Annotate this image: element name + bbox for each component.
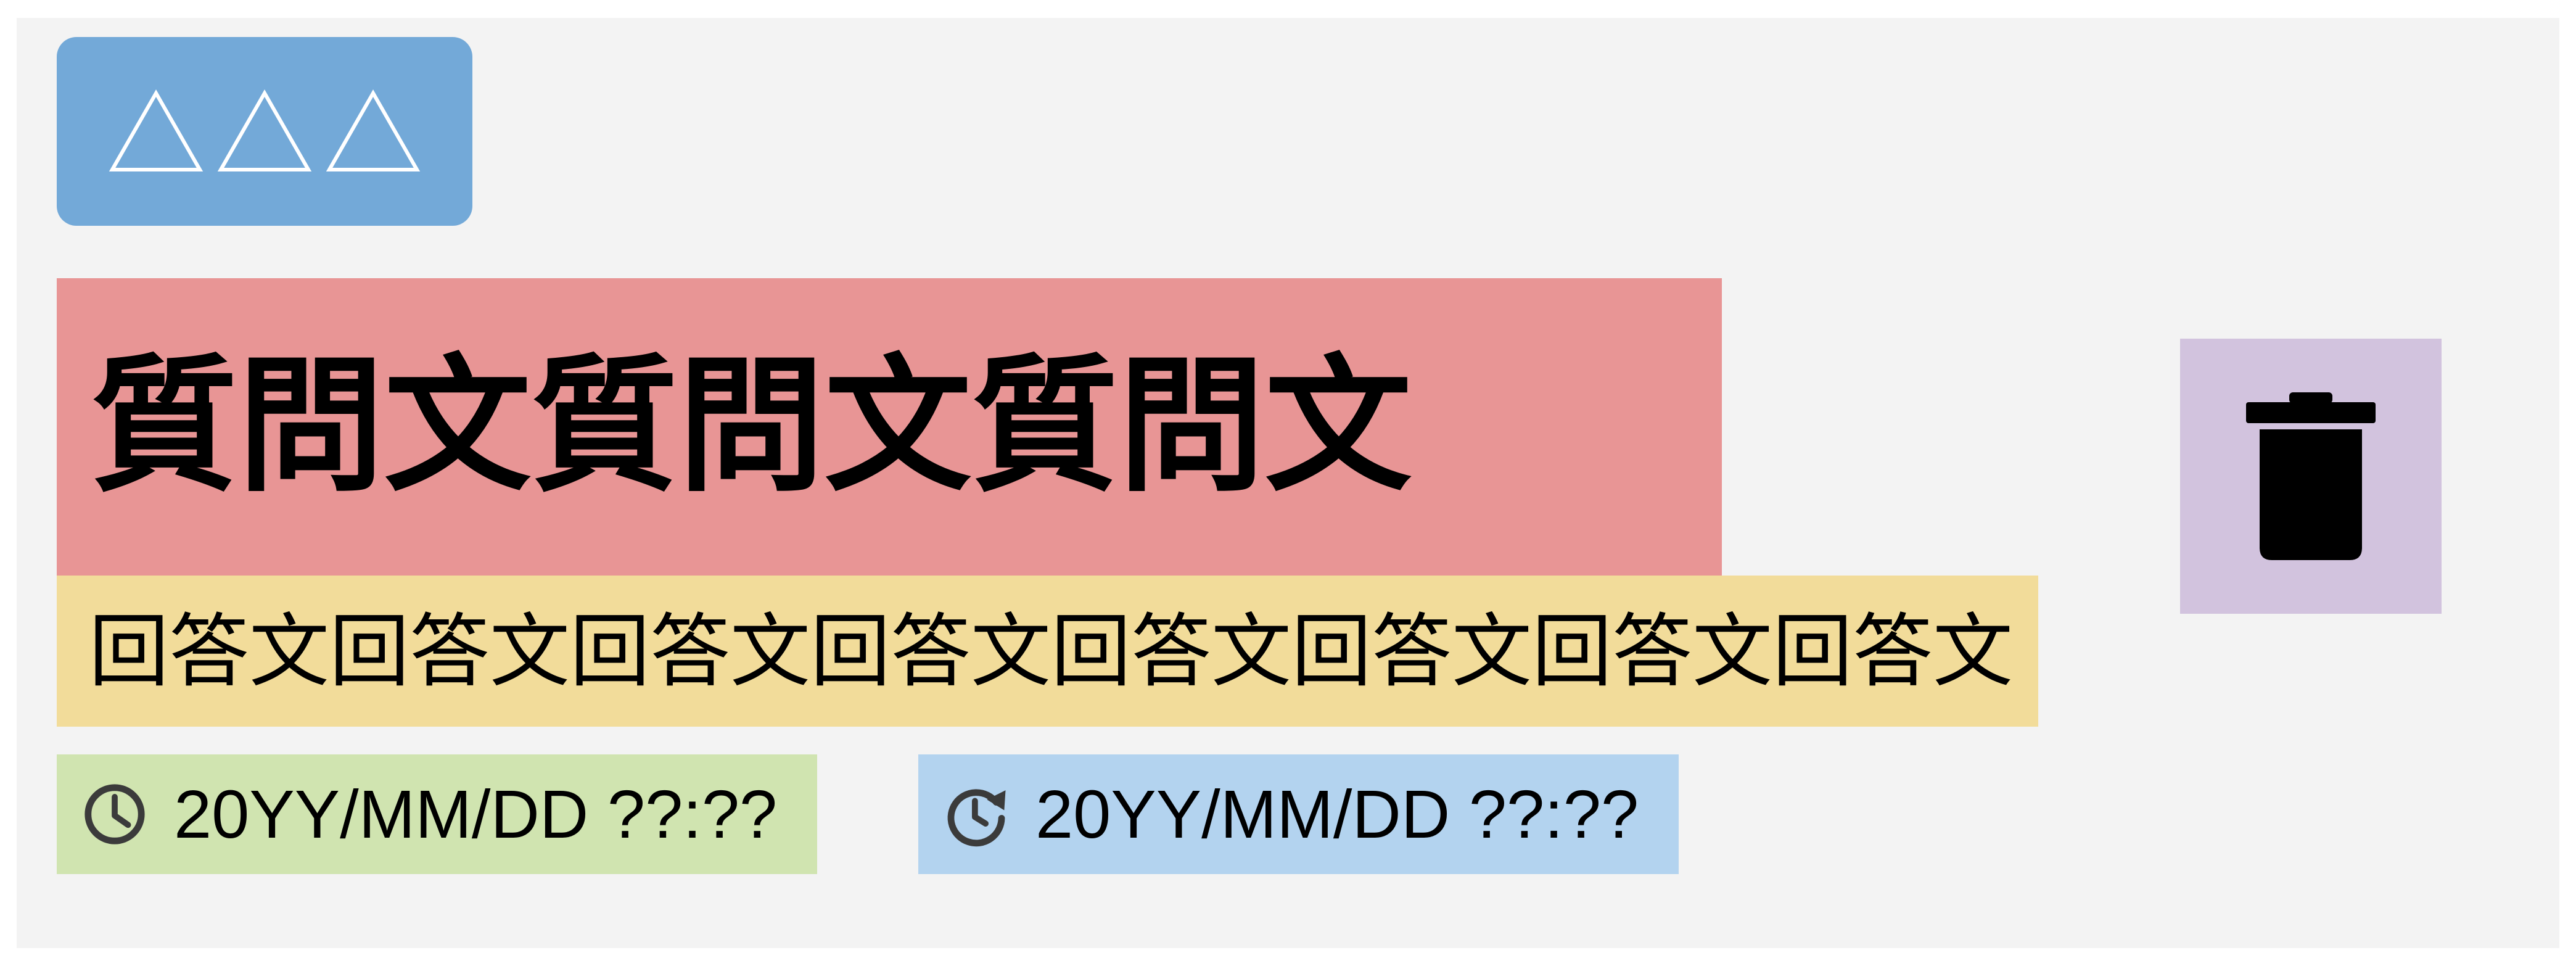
question-text[interactable]: 質問文質問文質問文 — [57, 278, 1722, 576]
clock-icon — [84, 784, 145, 844]
tag-button[interactable] — [57, 37, 472, 226]
answer-text[interactable]: 回答文回答文回答文回答文回答文回答文回答文回答文 — [57, 576, 2038, 727]
delete-button[interactable] — [2180, 339, 2442, 614]
triangle-icon — [109, 89, 204, 171]
triangle-icon — [326, 89, 421, 171]
trash-icon — [2246, 392, 2376, 560]
created-date: 20YY/MM/DD ??:?? — [57, 754, 817, 874]
created-date-text: 20YY/MM/DD ??:?? — [174, 776, 778, 852]
updated-date-text: 20YY/MM/DD ??:?? — [1035, 776, 1639, 852]
updated-date: 20YY/MM/DD ??:?? — [918, 754, 1679, 874]
triangle-icon — [217, 89, 312, 171]
history-icon — [947, 789, 1006, 847]
